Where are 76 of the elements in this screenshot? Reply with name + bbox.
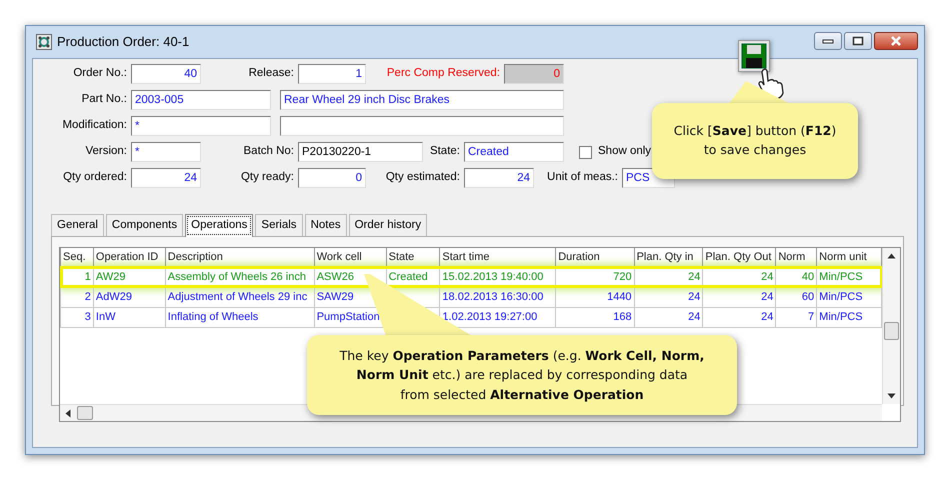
scrollbar-thumb[interactable] [884,322,899,340]
table-cell: Inflating of Wheels [165,307,314,328]
table-cell: 24 [634,287,703,308]
field-label: Perc Comp Reserved: [386,66,501,82]
input-field[interactable]: * [131,116,271,136]
save-button[interactable] [738,40,770,72]
field-label: Order No.: [72,66,128,82]
close-icon [890,36,902,46]
table-cell: 3 [60,307,94,328]
field-label: Qty ready: [240,170,295,186]
table-cell: 2 [60,287,94,308]
field-label: Batch No: [242,144,295,160]
scroll-left-icon[interactable] [65,408,71,418]
tab[interactable]: Components [106,214,184,236]
input-field[interactable]: P20130220-1 [298,142,423,162]
table-cell: 24 [702,307,776,328]
input-field[interactable]: * [131,142,201,162]
table-cell: InW [93,307,166,328]
field-label: Unit of meas.: [546,170,619,186]
scroll-up-icon[interactable] [887,253,896,260]
field-label: Qty ordered: [62,170,128,186]
table-cell: 7 [776,307,817,328]
field-label: Qty estimated: [384,170,461,186]
table-cell: 60 [776,287,817,308]
column-header[interactable]: Seq. [60,248,94,268]
scrollbar-thumb[interactable] [77,406,93,420]
tab[interactable]: Serials [255,214,303,236]
scroll-down-icon[interactable] [887,393,896,400]
table-cell: Assembly of Wheels 26 inch [165,267,314,288]
field-label: Version: [84,144,128,160]
column-header[interactable]: Start time [440,248,556,268]
input-field[interactable]: 2003-005 [131,90,271,110]
field-label: Release: [248,66,295,82]
column-header[interactable]: Plan. Qty Out [702,248,776,268]
table-cell: 1440 [556,287,634,308]
close-button[interactable] [874,32,918,50]
column-header[interactable]: Description [165,248,314,268]
input-field: 0 [504,64,564,84]
minimize-button[interactable] [814,32,842,50]
column-header[interactable]: State [386,248,440,268]
tab[interactable]: Notes [304,214,347,236]
tab[interactable]: General [51,214,104,236]
tab[interactable]: Operations [185,214,254,238]
input-field[interactable]: Rear Wheel 29 inch Disc Brakes [280,90,564,110]
window-title: Production Order: 40-1 [57,33,190,52]
input-field[interactable] [280,116,564,136]
input-field[interactable]: 0 [298,168,366,188]
input-field[interactable]: 24 [464,168,534,188]
input-field[interactable]: 24 [131,168,201,188]
input-field[interactable]: 40 [131,64,201,84]
table-cell: AdW29 [93,287,166,308]
column-header[interactable]: Plan. Qty in [634,248,703,268]
table-row[interactable]: 1 AW29 Assembly of Wheels 26 inch ASW26 Created 15.02.2013 19:40:00 720 24 24 40 Min/PCS [60,267,882,288]
app-icon [36,34,52,50]
checkbox-label: Show only [598,144,652,160]
table-cell: 168 [556,307,634,328]
field-label: Modification: [61,118,128,134]
checkbox[interactable] [579,146,592,158]
input-field[interactable]: Created [464,142,564,162]
column-header[interactable]: Duration [556,248,634,268]
tab[interactable]: Order history [348,214,428,236]
column-header[interactable]: Operation ID [93,248,166,268]
table-cell: 24 [634,307,703,328]
table-cell: Adjustment of Wheels 29 inc [165,287,314,308]
table-cell: AW29 [93,267,166,288]
maximize-button[interactable] [844,32,872,50]
field-label: State: [428,144,461,160]
minimize-icon [822,38,834,44]
column-header[interactable]: Norm [776,248,817,268]
field-label: Part No.: [80,92,128,108]
column-header[interactable]: Norm unit [816,248,882,268]
maximize-icon [852,36,864,46]
input-field[interactable]: 1 [298,64,366,84]
table-cell: 18.02.2013 16:30:00 [440,287,556,308]
table-cell: 24 [702,287,776,308]
column-header[interactable]: Work cell [314,248,386,268]
